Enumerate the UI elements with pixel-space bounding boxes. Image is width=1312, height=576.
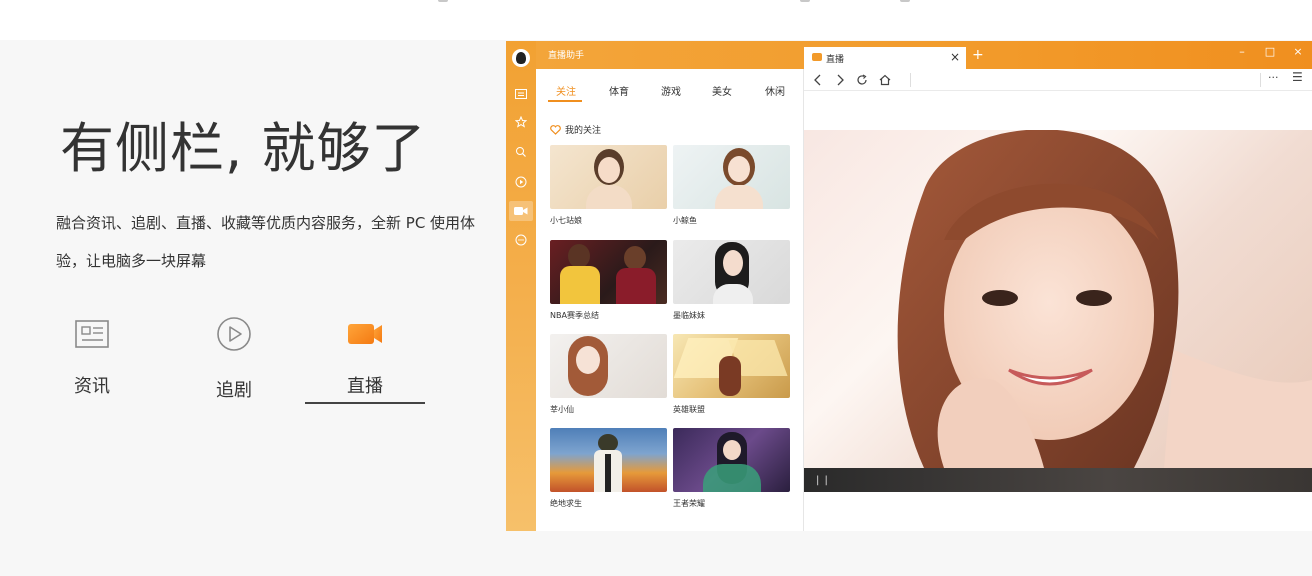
- cropped-text-fragment: [900, 0, 910, 2]
- feature-drama-label: 追剧: [216, 380, 252, 401]
- video-controls: | |: [804, 468, 1312, 492]
- minimize-button[interactable]: –: [1234, 45, 1250, 58]
- app-window: 直播助手 直播 × + – □ × 关注 体育 游戏 美女 休闲 我的关注 小七…: [506, 41, 1312, 531]
- feature-drama[interactable]: 追剧: [174, 306, 294, 406]
- news-icon: [72, 314, 112, 354]
- stream-caption: 绝地求生: [550, 499, 582, 508]
- browser-toolbar: ··· ☰: [804, 69, 1312, 91]
- category-tabs: 关注 体育 游戏 美女 休闲: [536, 69, 804, 105]
- stream-thumbnail: [550, 145, 667, 209]
- stream-card[interactable]: 王者荣耀: [673, 428, 790, 510]
- toolbar-divider: [1260, 73, 1261, 87]
- cropped-text-fragment: [800, 0, 810, 2]
- tab-sports[interactable]: 体育: [609, 83, 629, 98]
- active-tab-underline: [548, 100, 582, 102]
- stream-thumbnail: [673, 240, 790, 304]
- stream-card[interactable]: 墨临妹妹: [673, 240, 790, 322]
- heart-icon: [550, 124, 561, 135]
- play-circle-icon[interactable]: [513, 174, 529, 190]
- cropped-text-fragment: [438, 0, 448, 2]
- search-icon[interactable]: [513, 144, 529, 160]
- app-titlebar: 直播助手 直播 × + – □ ×: [536, 41, 1312, 69]
- forward-icon[interactable]: [832, 72, 848, 88]
- stream-caption: 英雄联盟: [673, 405, 705, 414]
- stream-card[interactable]: 小七站娘: [550, 145, 667, 227]
- stream-card[interactable]: NBA赛季总结: [550, 240, 667, 322]
- app-sidebar: [506, 41, 536, 531]
- new-tab-button[interactable]: +: [972, 47, 984, 63]
- video-camera-icon: [345, 314, 385, 354]
- more-icon[interactable]: ···: [1268, 71, 1279, 84]
- hero-description: 融合资讯、追剧、直播、收藏等优质内容服务，全新 PC 使用体验，让电脑多一块屏幕: [56, 214, 476, 270]
- play-icon: [214, 314, 254, 354]
- avatar[interactable]: [512, 49, 530, 67]
- stream-thumbnail: [673, 428, 790, 492]
- feature-news-label: 资讯: [74, 376, 110, 397]
- home-icon[interactable]: [877, 72, 893, 88]
- chat-icon[interactable]: [513, 232, 529, 248]
- toolbar-divider: [910, 73, 911, 87]
- tab-games[interactable]: 游戏: [661, 83, 681, 98]
- stream-card[interactable]: 莘小仙: [550, 334, 667, 416]
- close-tab-icon[interactable]: ×: [950, 50, 960, 64]
- stream-thumbnail: [550, 334, 667, 398]
- top-strip: [0, 0, 1312, 40]
- feature-live-label: 直播: [347, 376, 383, 397]
- maximize-button[interactable]: □: [1262, 45, 1278, 58]
- stream-caption: 墨临妹妹: [673, 311, 705, 320]
- stream-caption: NBA赛季总结: [550, 311, 599, 320]
- stream-card[interactable]: 英雄联盟: [673, 334, 790, 416]
- camera-tab-icon: [812, 53, 822, 61]
- pause-button[interactable]: | |: [816, 475, 829, 486]
- feature-live[interactable]: 直播: [305, 306, 425, 406]
- hero-title: 有侧栏, 就够了: [60, 117, 427, 180]
- stream-caption: 莘小仙: [550, 405, 574, 414]
- tab-beauty[interactable]: 美女: [712, 83, 732, 98]
- star-icon[interactable]: [513, 114, 529, 130]
- my-follows-heading: 我的关注: [550, 123, 601, 136]
- video-frame: [897, 130, 1312, 468]
- app-title: 直播助手: [548, 51, 585, 61]
- back-icon[interactable]: [810, 72, 826, 88]
- stream-card[interactable]: 绝地求生: [550, 428, 667, 510]
- stream-card[interactable]: 小鲸鱼: [673, 145, 790, 227]
- active-feature-underline: [305, 402, 425, 404]
- stream-caption: 小七站娘: [550, 216, 582, 225]
- close-window-button[interactable]: ×: [1290, 45, 1306, 58]
- stream-caption: 王者荣耀: [673, 499, 705, 508]
- browser-tab[interactable]: 直播 ×: [804, 47, 966, 69]
- browser-tab-label: 直播: [826, 55, 845, 65]
- my-follows-label: 我的关注: [565, 126, 602, 136]
- news-sidebar-icon[interactable]: [513, 86, 529, 102]
- stream-thumbnail: [550, 428, 667, 492]
- live-video-player[interactable]: [804, 130, 1312, 468]
- live-camera-icon[interactable]: [509, 201, 533, 221]
- tab-leisure[interactable]: 休闲: [765, 83, 785, 98]
- tab-follow[interactable]: 关注: [556, 83, 576, 98]
- stream-caption: 小鲸鱼: [673, 216, 697, 225]
- live-panel: 关注 体育 游戏 美女 休闲 我的关注 小七站娘 小鲸鱼 NBA赛季总结 墨临妹…: [536, 69, 804, 531]
- stream-thumbnail: [550, 240, 667, 304]
- stream-thumbnail: [673, 334, 790, 398]
- stream-thumbnail: [673, 145, 790, 209]
- menu-icon[interactable]: ☰: [1292, 70, 1303, 84]
- feature-news[interactable]: 资讯: [32, 306, 152, 406]
- refresh-icon[interactable]: [854, 72, 870, 88]
